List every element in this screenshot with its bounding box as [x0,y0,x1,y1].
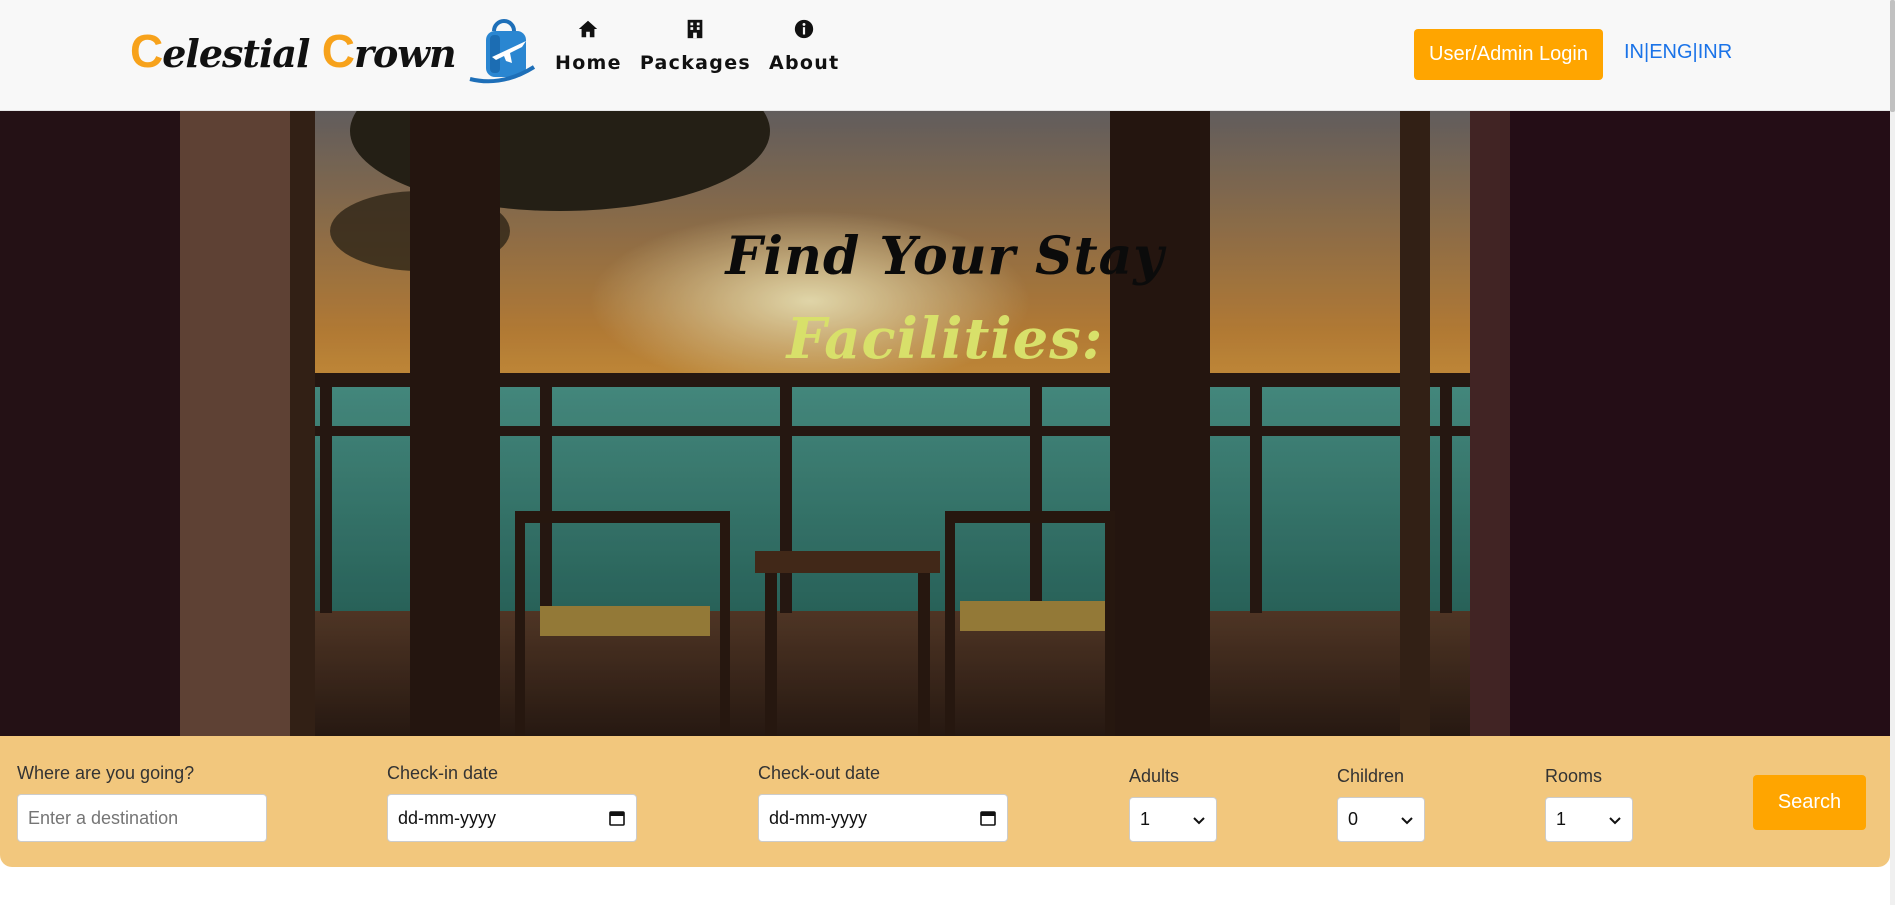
nav-about[interactable]: About [769,18,839,74]
destination-placeholder: Enter a destination [28,807,179,828]
children-label: Children [1337,766,1405,786]
navbar: Celestial Crown Home Packages About User… [0,0,1895,111]
brand-logo[interactable]: Celestial Crown [130,16,540,86]
adults-field: Adults 1 [1129,766,1217,842]
children-select[interactable]: 0 [1337,797,1425,842]
brand-cap-1: C [130,25,163,77]
checkin-date-input[interactable]: dd-mm-yyyy [387,794,637,842]
hero-background-image [0,111,1890,736]
travel-bag-plane-icon [469,19,535,84]
checkin-value: dd-mm-yyyy [398,807,496,828]
destination-label: Where are you going? [17,763,195,783]
calendar-icon[interactable] [979,809,997,827]
info-icon [795,19,814,39]
brand-word-2: rown [353,31,457,76]
hero-subtitle: Facilities: [786,306,1104,372]
calendar-icon[interactable] [608,809,626,827]
locale-link[interactable]: IN|ENG|INR [1624,41,1732,64]
checkout-field: Check-out date dd-mm-yyyy [758,763,1008,842]
scrollbar-thumb[interactable] [1890,0,1895,112]
scrollbar-track[interactable] [1890,0,1895,905]
main-nav: Home Packages About [555,18,839,74]
login-button[interactable]: User/Admin Login [1414,29,1603,80]
children-value: 0 [1348,809,1359,829]
brand-cap-2: C [321,25,355,77]
chevron-down-icon [1193,816,1205,824]
checkout-date-input[interactable]: dd-mm-yyyy [758,794,1008,842]
adults-value: 1 [1140,809,1151,829]
search-bar: Where are you going? Enter a destination… [0,736,1890,867]
adults-select[interactable]: 1 [1129,797,1217,842]
checkin-label: Check-in date [387,763,499,783]
rooms-label: Rooms [1545,766,1603,786]
rooms-value: 1 [1556,809,1567,829]
rooms-select[interactable]: 1 [1545,797,1633,842]
brand-name: Celestial Crown [130,24,457,78]
children-field: Children 0 [1337,766,1425,842]
chevron-down-icon [1609,816,1621,824]
home-icon [579,20,598,38]
nav-packages[interactable]: Packages [640,18,751,74]
nav-packages-label: Packages [639,52,751,74]
checkout-label: Check-out date [758,763,881,783]
nav-about-label: About [769,52,840,74]
destination-field: Where are you going? Enter a destination [17,763,267,842]
hero-title: Find Your Stay [725,226,1165,287]
brand-word-1: elestial [162,31,322,76]
checkout-value: dd-mm-yyyy [769,807,867,828]
search-button[interactable]: Search [1753,775,1866,830]
hero-banner: Find Your Stay Facilities: [0,111,1890,736]
rooms-field: Rooms 1 [1545,766,1633,842]
nav-home-label: Home [555,52,622,74]
nav-home[interactable]: Home [555,18,622,74]
checkin-field: Check-in date dd-mm-yyyy [387,763,637,842]
building-icon [688,19,703,39]
chevron-down-icon [1401,816,1413,824]
destination-input[interactable]: Enter a destination [17,794,267,842]
adults-label: Adults [1129,766,1180,786]
